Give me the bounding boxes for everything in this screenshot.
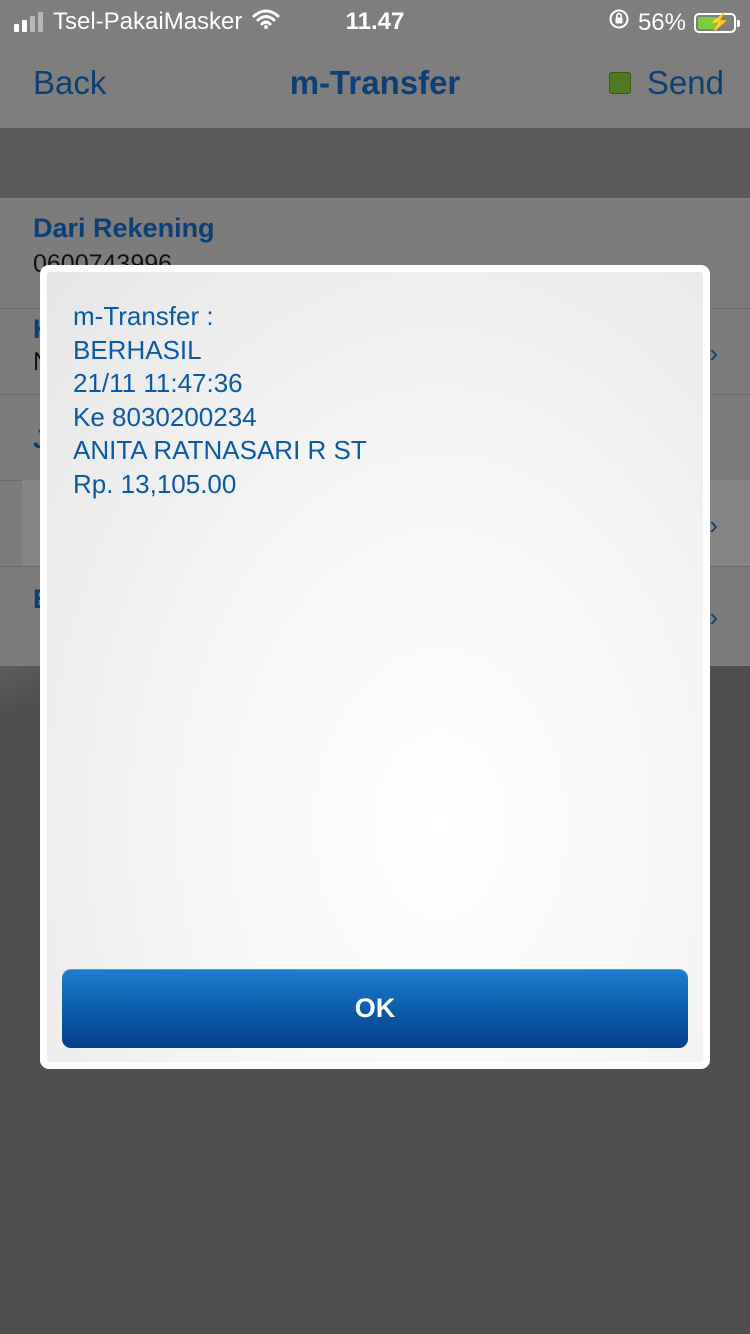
status-right: 56% ⚡ <box>608 8 740 37</box>
result-message: m-Transfer : BERHASIL 21/11 11:47:36 Ke … <box>73 300 367 501</box>
chevron-right-icon: › <box>709 338 718 368</box>
message-line: BERHASIL <box>73 334 202 365</box>
chevron-right-icon: › <box>709 602 718 632</box>
orientation-lock-icon <box>608 8 630 37</box>
ok-button[interactable]: OK <box>62 969 688 1048</box>
result-dialog: m-Transfer : BERHASIL 21/11 11:47:36 Ke … <box>40 265 710 1069</box>
message-line: Ke 8030200234 <box>73 401 257 432</box>
form-row-label: Dari Rekening <box>33 213 215 243</box>
charging-bolt-icon: ⚡ <box>708 11 731 32</box>
message-line: m-Transfer : <box>73 301 214 331</box>
message-line: Rp. 13,105.00 <box>73 468 237 499</box>
header-band <box>0 128 750 198</box>
battery-percent: 56% <box>637 8 686 36</box>
send-label: Send <box>646 64 724 101</box>
send-status-indicator <box>608 72 631 94</box>
chevron-right-icon: › <box>709 510 718 540</box>
battery-icon: ⚡ <box>694 11 740 33</box>
message-line: ANITA RATNASARI R ST <box>73 435 367 465</box>
send-button[interactable]: Send <box>608 64 724 102</box>
navigation-bar: Back m-Transfer Send <box>0 42 750 129</box>
result-dialog-body: m-Transfer : BERHASIL 21/11 11:47:36 Ke … <box>47 272 703 1062</box>
message-line: 21/11 11:47:36 <box>73 368 243 398</box>
status-bar: Tsel-PakaiMasker 11.47 56% ⚡ <box>0 0 750 42</box>
